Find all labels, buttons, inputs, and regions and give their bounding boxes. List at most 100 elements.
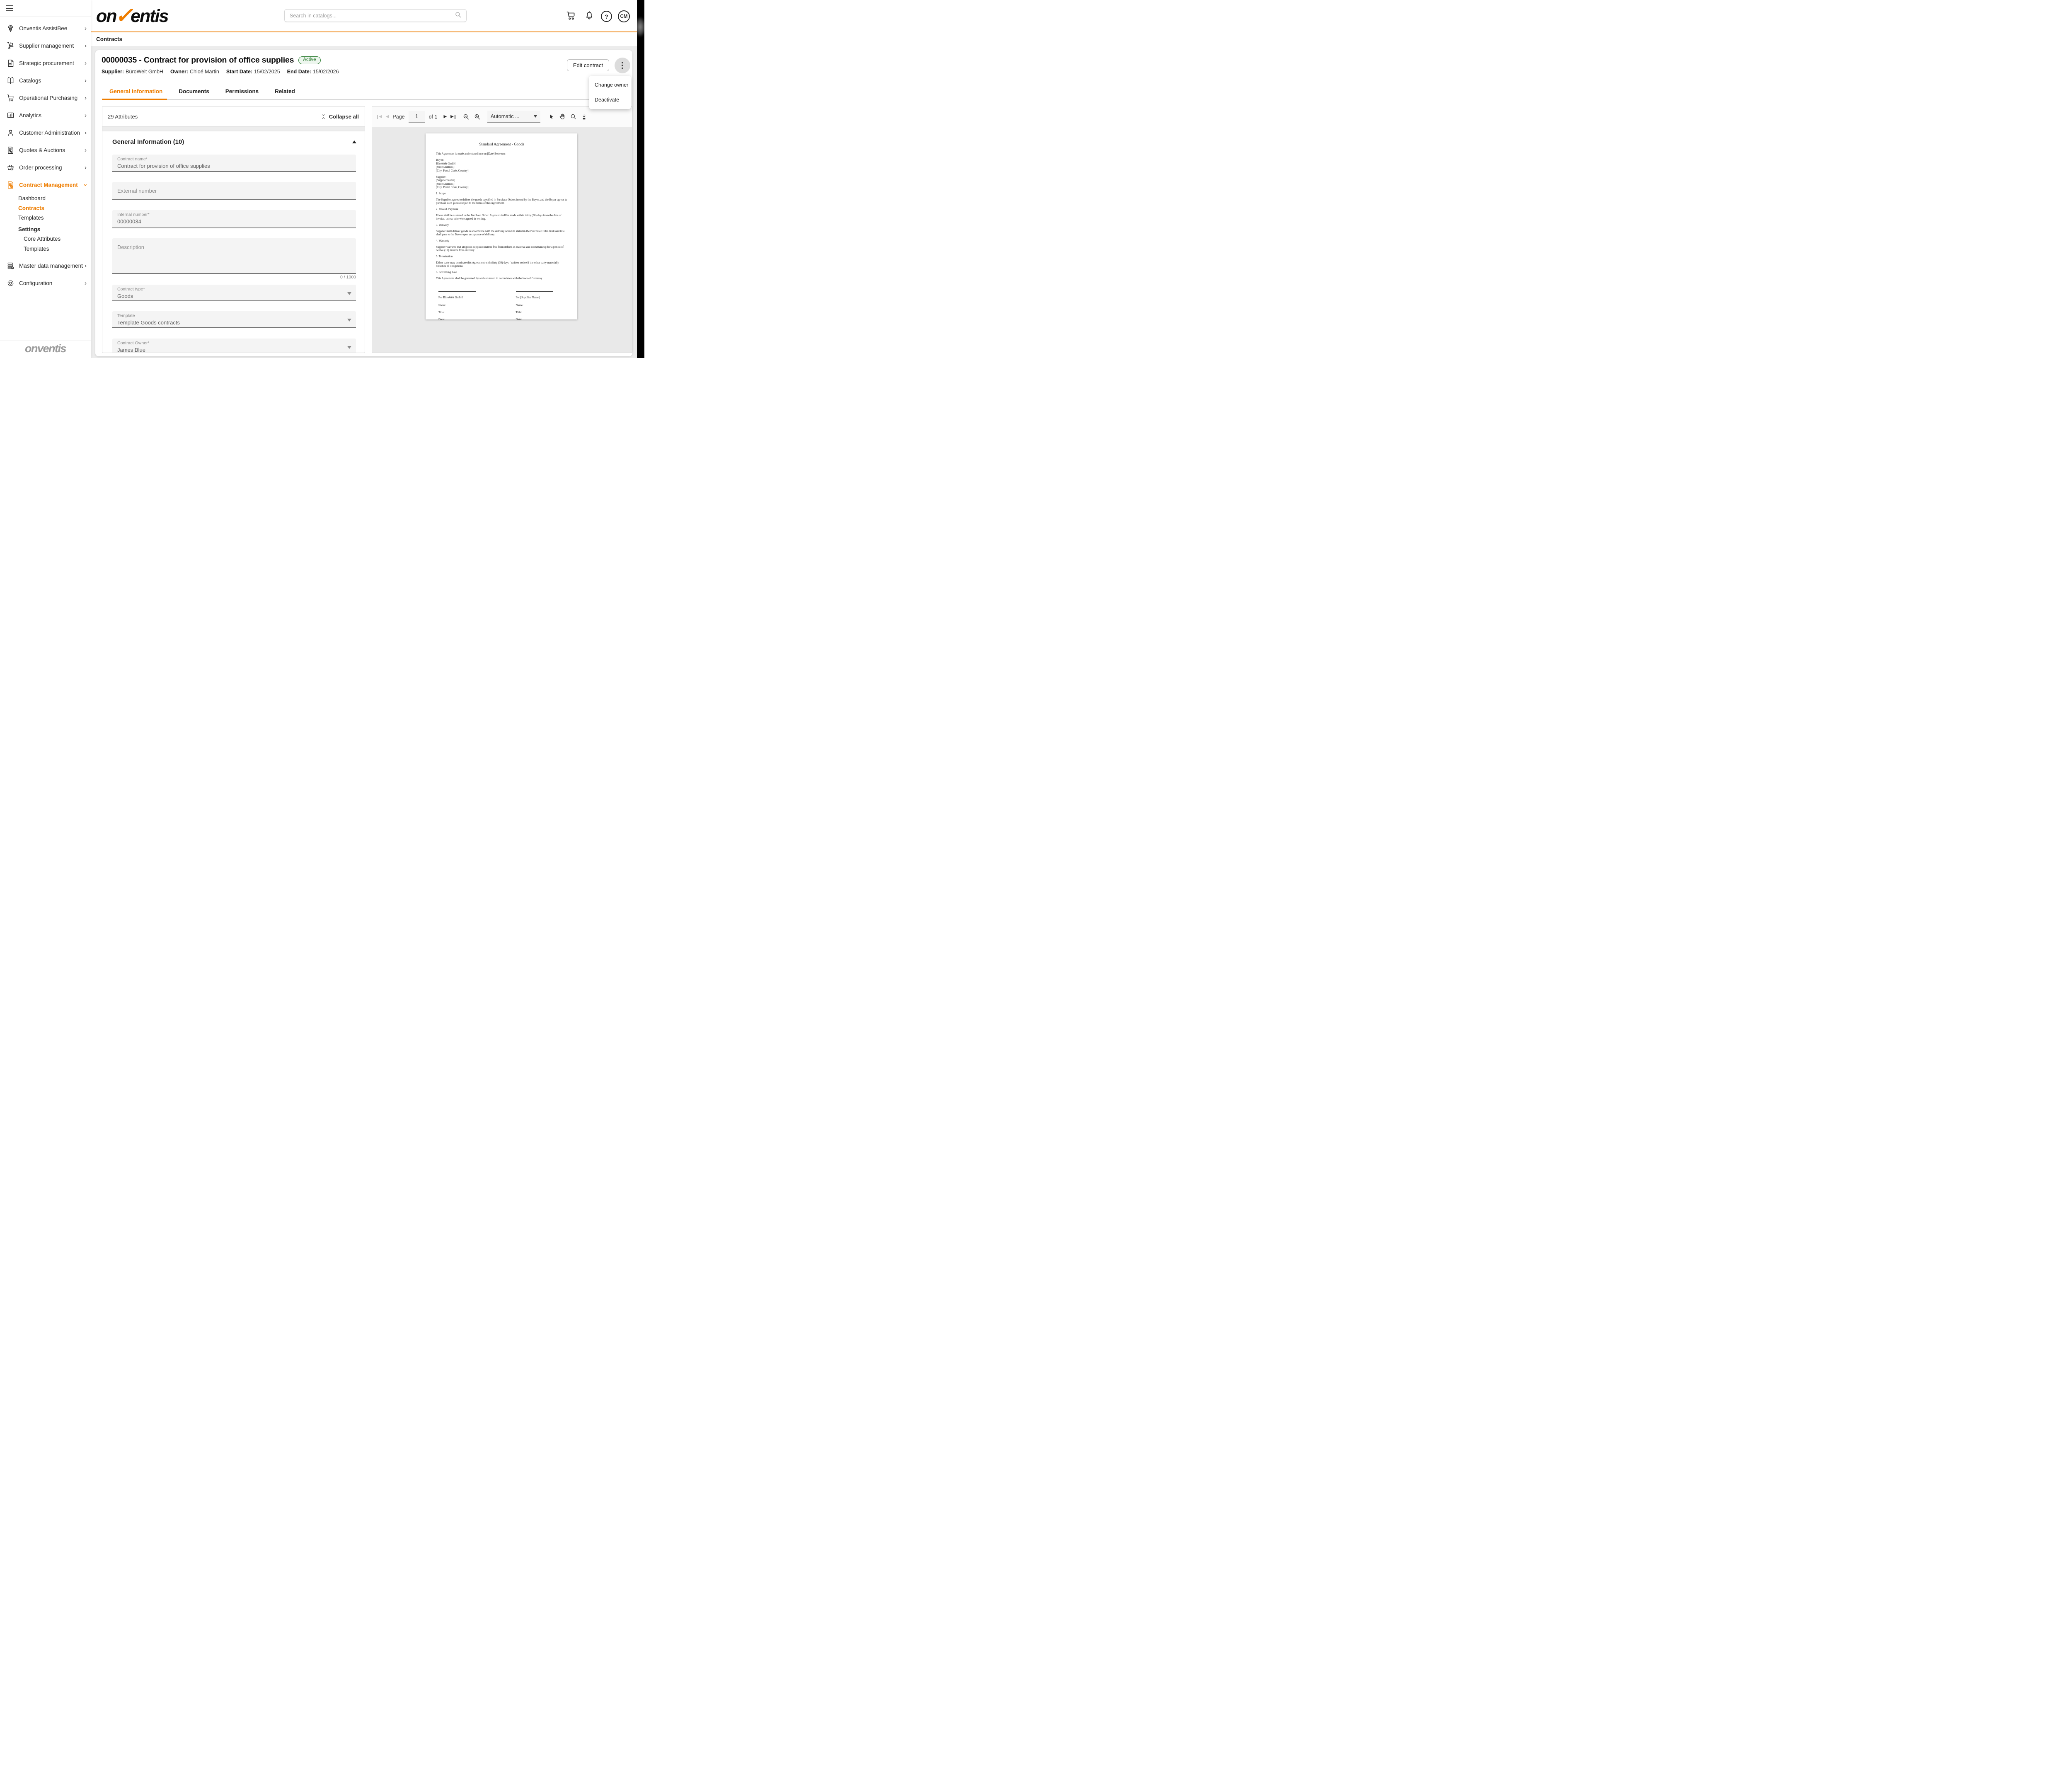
pdf-viewer-panel: ◀ ◀ Page of 1 ▶ ▶ Automatic ... <box>372 106 632 353</box>
collapse-section-icon[interactable] <box>352 140 356 143</box>
chevron-right-icon <box>85 25 87 31</box>
search-icon[interactable] <box>454 11 462 21</box>
breadcrumb[interactable]: Contracts <box>96 36 122 42</box>
contract-type-select[interactable]: Contract type* Goods <box>112 285 356 301</box>
search-input[interactable] <box>289 12 454 19</box>
more-actions-menu: Change owner Deactivate <box>589 76 631 109</box>
catalog-search <box>284 9 467 22</box>
logo-check-icon: ✓ <box>115 4 133 28</box>
first-page-button[interactable]: ◀ <box>377 114 382 119</box>
tab-permissions[interactable]: Permissions <box>225 88 259 94</box>
chevron-right-icon <box>85 43 87 49</box>
tab-related[interactable]: Related <box>275 88 295 94</box>
menu-item-deactivate[interactable]: Deactivate <box>589 92 631 107</box>
status-badge: Active <box>298 56 321 64</box>
sidebar-item-supplier-management[interactable]: Supplier management <box>0 37 91 54</box>
bell-icon[interactable] <box>584 10 594 23</box>
sidebar-item-settings[interactable]: Settings <box>0 225 91 235</box>
text-select-cursor-icon[interactable] <box>548 113 555 121</box>
page-number-input[interactable] <box>408 111 425 123</box>
chevron-right-icon <box>85 130 87 136</box>
download-icon[interactable] <box>581 113 588 121</box>
menu-item-change-owner[interactable]: Change owner <box>589 77 631 92</box>
sidebar-item-analytics[interactable]: Analytics <box>0 106 91 124</box>
sidebar-item-settings-templates[interactable]: Templates <box>0 244 91 254</box>
dropdown-caret-icon <box>347 292 351 295</box>
dropdown-caret-icon <box>533 115 537 118</box>
contract-paragraph-icon <box>6 180 15 189</box>
contract-owner-select[interactable]: Contract Owner* James Blue <box>112 339 356 353</box>
breadcrumb-bar: Contracts <box>91 32 644 46</box>
tab-documents[interactable]: Documents <box>179 88 209 94</box>
pdf-toolbar: ◀ ◀ Page of 1 ▶ ▶ Automatic ... <box>372 106 632 127</box>
chevron-right-icon <box>85 112 87 119</box>
handshake-document-icon <box>6 58 15 68</box>
page-title: 00000035 - Contract for provision of off… <box>102 56 294 65</box>
help-icon[interactable]: ? <box>601 11 612 22</box>
search-document-icon[interactable] <box>570 113 577 120</box>
master-data-icon <box>6 261 15 270</box>
sidebar-item-strategic-procurement[interactable]: Strategic procurement <box>0 54 91 72</box>
sidebar-item-catalogs[interactable]: Catalogs <box>0 72 91 89</box>
sidebar: Onventis AssistBee Supplier management S… <box>0 0 91 358</box>
sidebar-item-contracts[interactable]: Contracts <box>0 203 91 213</box>
sidebar-item-order-processing[interactable]: Order processing <box>0 159 91 176</box>
zoom-in-icon[interactable] <box>474 113 481 121</box>
bar-chart-icon <box>6 111 15 120</box>
signature-block: For BüroWelt GmbH Name: Title: Date: For… <box>436 288 567 325</box>
chevron-right-icon <box>85 263 87 269</box>
previous-page-button[interactable]: ◀ <box>386 114 389 119</box>
sidebar-item-quotes-auctions[interactable]: Quotes & Auctions <box>0 141 91 159</box>
attributes-panel: 29 Attributes Collapse all General Infor… <box>102 106 365 353</box>
internal-number-field[interactable]: Internal number* 00000034 <box>112 210 356 228</box>
last-page-button[interactable]: ▶ <box>450 114 455 119</box>
document-percent-icon <box>6 145 15 155</box>
next-page-button[interactable]: ▶ <box>443 114 447 119</box>
hand-tool-icon[interactable] <box>559 113 566 121</box>
accent-divider <box>91 31 644 32</box>
sidebar-item-contract-management[interactable]: Contract Management <box>0 176 91 194</box>
hand-truck-icon <box>6 41 15 50</box>
more-actions-button[interactable] <box>615 58 630 73</box>
sidebar-item-assistbee[interactable]: Onventis AssistBee <box>0 19 91 37</box>
zoom-level-select[interactable]: Automatic ... <box>487 110 540 123</box>
edit-contract-button[interactable]: Edit contract <box>567 59 609 71</box>
sidebar-item-operational-purchasing[interactable]: Operational Purchasing <box>0 89 91 106</box>
attributes-scroll-area[interactable]: General Information (10) Contract name* … <box>102 131 365 353</box>
cart-icon <box>6 93 15 102</box>
chevron-down-icon <box>82 184 89 186</box>
page-label: Page <box>392 114 405 120</box>
tab-bar: General Information Documents Permission… <box>102 83 295 99</box>
hamburger-menu-icon[interactable] <box>6 5 13 11</box>
collapse-all-button[interactable]: Collapse all <box>321 114 359 120</box>
pdf-view-area[interactable]: Standard Agreement - Goods This Agreemen… <box>372 127 632 353</box>
sidebar-nav: Onventis AssistBee Supplier management S… <box>0 17 91 292</box>
sidebar-item-dashboard[interactable]: Dashboard <box>0 194 91 203</box>
chevron-right-icon <box>85 77 87 84</box>
contract-name-field[interactable]: Contract name* Contract for provision of… <box>112 155 356 172</box>
chevron-right-icon <box>85 60 87 66</box>
sidebar-item-master-data-management[interactable]: Master data management <box>0 257 91 274</box>
screen-edge-scrollbar[interactable] <box>637 0 644 358</box>
chevron-right-icon <box>85 280 87 286</box>
contract-meta: Supplier: BüroWelt GmbH Owner: Chloé Marti… <box>102 69 339 75</box>
sidebar-item-configuration[interactable]: Configuration <box>0 274 91 292</box>
section-title: General Information (10) <box>112 138 184 145</box>
document-title: Standard Agreement - Goods <box>479 143 524 147</box>
contract-detail-card: 00000035 - Contract for provision of off… <box>95 50 632 356</box>
tab-general-information[interactable]: General Information <box>109 88 162 94</box>
template-select[interactable]: Template Template Goods contracts <box>112 311 356 328</box>
tab-active-underline <box>102 99 167 100</box>
chevron-right-icon <box>85 95 87 101</box>
sidebar-item-templates[interactable]: Templates <box>0 213 91 223</box>
sidebar-footer-logo: onventis <box>24 342 67 355</box>
cart-icon[interactable] <box>566 11 576 23</box>
description-field[interactable]: Description <box>112 238 356 274</box>
scrollbar-thumb <box>637 17 644 37</box>
sidebar-item-core-attributes[interactable]: Core Attributes <box>0 234 91 244</box>
zoom-out-icon[interactable] <box>462 113 470 121</box>
onventis-logo: on✓entis <box>96 4 169 28</box>
avatar[interactable]: CM <box>618 10 630 22</box>
external-number-field[interactable]: External number <box>112 182 356 200</box>
sidebar-item-customer-administration[interactable]: Customer Administration <box>0 124 91 141</box>
